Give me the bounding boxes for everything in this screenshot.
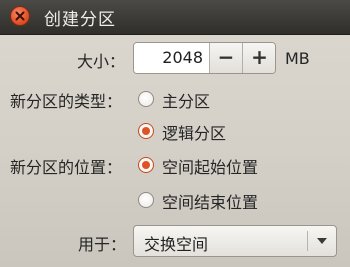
use-as-label: 用于：: [78, 235, 127, 254]
create-partition-dialog: 创建分区 大小： 2048 − + MB 新分区的类型： 主分区 逻辑分区 新分…: [0, 0, 350, 267]
use-as-dropdown[interactable]: 交换空间: [133, 225, 337, 257]
minus-icon: −: [217, 45, 235, 69]
window-title: 创建分区: [44, 10, 116, 30]
size-increment-button[interactable]: +: [243, 43, 275, 73]
radio-logical-partition[interactable]: [138, 123, 154, 139]
partition-type-label: 新分区的类型：: [10, 92, 123, 111]
radio-location-start-label[interactable]: 空间起始位置: [162, 154, 258, 178]
size-decrement-button[interactable]: −: [210, 43, 243, 73]
radio-primary-partition[interactable]: [138, 91, 154, 107]
close-icon: [15, 11, 25, 21]
use-as-selected-value: 交换空间: [144, 235, 209, 254]
radio-location-start[interactable]: [138, 157, 154, 173]
size-value-input[interactable]: 2048: [134, 43, 210, 73]
radio-logical-partition-label[interactable]: 逻辑分区: [162, 120, 226, 144]
size-label: 大小：: [77, 52, 126, 71]
plus-icon: +: [251, 45, 268, 69]
size-spinbutton: 2048 − +: [133, 42, 276, 74]
radio-location-end[interactable]: [138, 192, 154, 208]
title-bar: 创建分区: [0, 0, 350, 35]
partition-location-label: 新分区的位置：: [10, 158, 123, 177]
radio-primary-partition-label[interactable]: 主分区: [162, 88, 210, 112]
chevron-down-icon: [317, 238, 327, 244]
dropdown-separator: [307, 231, 308, 251]
close-button[interactable]: [10, 6, 30, 26]
radio-location-end-label[interactable]: 空间结束位置: [162, 189, 258, 213]
size-unit-label: MB: [285, 49, 310, 68]
